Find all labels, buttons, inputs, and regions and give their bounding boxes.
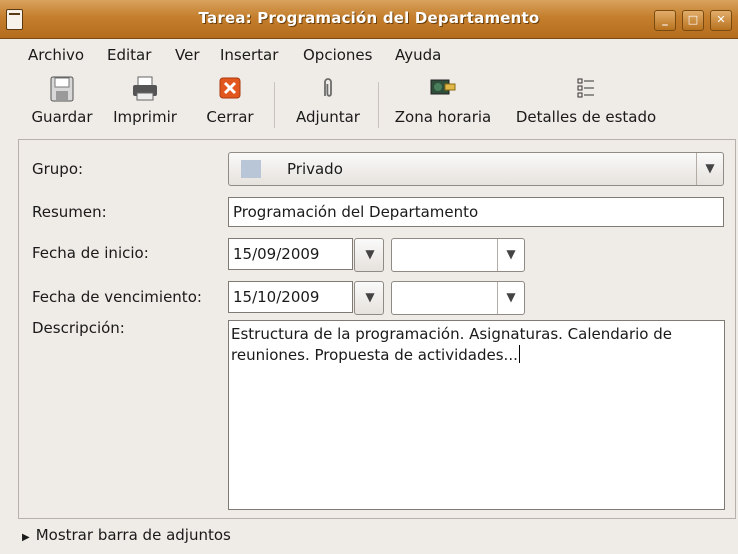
attachment-bar-label: Mostrar barra de adjuntos <box>35 526 231 544</box>
chevron-down-icon: ▼ <box>365 290 375 304</box>
maximize-button[interactable]: □ <box>682 10 704 31</box>
close-window-button[interactable]: ✕ <box>710 10 732 31</box>
print-label: Imprimir <box>113 108 177 126</box>
window-title: Tarea: Programación del Departamento <box>198 9 540 27</box>
description-label: Descripción: <box>32 319 125 337</box>
toolbar-separator <box>378 82 379 128</box>
group-color-swatch <box>241 160 261 178</box>
print-button[interactable]: Imprimir <box>108 76 182 126</box>
close-button[interactable]: Cerrar <box>201 76 259 126</box>
menu-editar[interactable]: Editar <box>107 46 151 64</box>
attachment-bar-toggle[interactable]: ▶ Mostrar barra de adjuntos <box>22 526 231 544</box>
due-date-label: Fecha de vencimiento: <box>32 288 202 306</box>
status-details-label: Detalles de estado <box>515 108 657 126</box>
due-date-dropdown[interactable]: ▼ <box>354 281 384 315</box>
close-label: Cerrar <box>206 108 254 126</box>
text-cursor <box>518 345 520 363</box>
chevron-down-icon: ▼ <box>365 247 375 261</box>
summary-input[interactable]: Programación del Departamento <box>228 197 724 227</box>
summary-label: Resumen: <box>32 203 107 221</box>
attach-label: Adjuntar <box>296 108 360 126</box>
toolbar-separator <box>274 82 275 128</box>
timezone-label: Zona horaria <box>394 108 492 126</box>
save-button[interactable]: Guardar <box>28 76 96 126</box>
timezone-button[interactable]: Zona horaria <box>390 76 496 126</box>
menu-ver[interactable]: Ver <box>175 46 200 64</box>
printer-icon <box>133 76 157 101</box>
group-value: Privado <box>287 160 343 178</box>
description-textarea[interactable]: Estructura de la programación. Asignatur… <box>228 320 725 510</box>
paperclip-icon <box>324 78 332 97</box>
menu-opciones[interactable]: Opciones <box>303 46 372 64</box>
group-label: Grupo: <box>32 160 84 178</box>
start-time-combo[interactable]: ▼ <box>391 238 525 272</box>
attach-button[interactable]: Adjuntar <box>290 76 366 126</box>
group-combo[interactable]: Privado ▼ <box>228 152 724 186</box>
start-date-label: Fecha de inicio: <box>32 244 149 262</box>
save-label: Guardar <box>31 108 93 126</box>
list-details-icon <box>577 78 594 98</box>
due-time-combo[interactable]: ▼ <box>391 281 525 315</box>
toolbar: Guardar Imprimir Cerrar Adjuntar Zona ho… <box>0 72 738 138</box>
floppy-disk-icon <box>50 76 74 102</box>
chevron-down-icon[interactable]: ▼ <box>497 239 524 271</box>
description-text: Estructura de la programación. Asignatur… <box>231 325 672 364</box>
expander-arrow-icon: ▶ <box>22 532 30 543</box>
menu-bar: Archivo Editar Ver Insertar Opciones Ayu… <box>0 39 738 71</box>
status-details-button[interactable]: Detalles de estado <box>508 76 664 126</box>
chevron-down-icon[interactable]: ▼ <box>497 282 524 314</box>
close-icon <box>219 77 241 99</box>
menu-insertar[interactable]: Insertar <box>220 46 278 64</box>
start-date-dropdown[interactable]: ▼ <box>354 238 384 272</box>
timezone-icon <box>430 79 456 95</box>
menu-ayuda[interactable]: Ayuda <box>395 46 441 64</box>
start-date-input[interactable]: 15/09/2009 <box>228 238 353 270</box>
minimize-button[interactable]: _ <box>654 10 676 31</box>
due-date-input[interactable]: 15/10/2009 <box>228 281 353 313</box>
menu-archivo[interactable]: Archivo <box>28 46 84 64</box>
chevron-down-icon[interactable]: ▼ <box>696 153 723 185</box>
title-bar[interactable]: Tarea: Programación del Departamento _ □… <box>0 0 738 39</box>
